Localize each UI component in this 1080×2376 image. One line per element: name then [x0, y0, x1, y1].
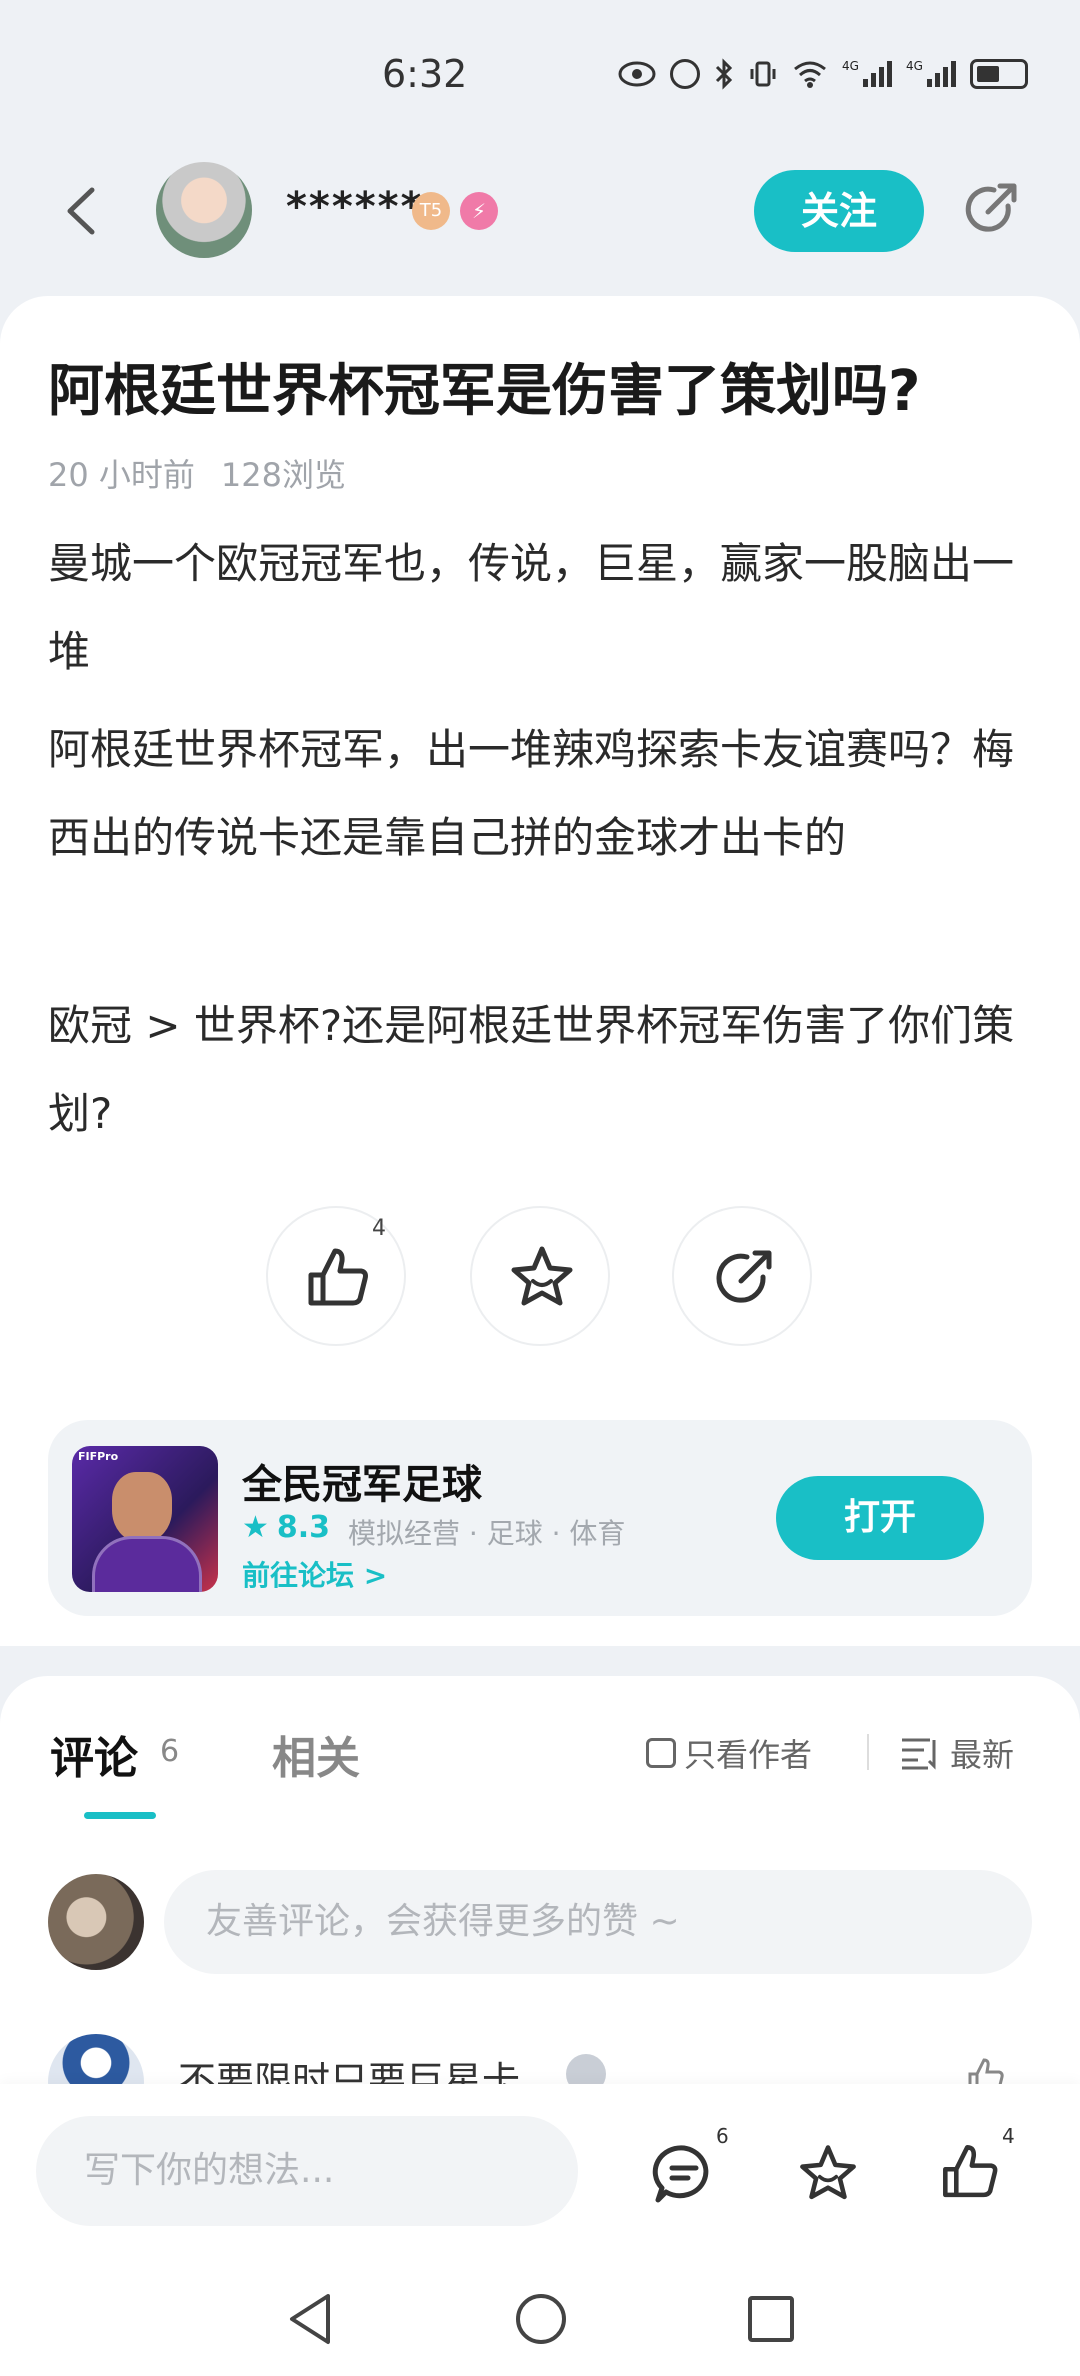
- status-bar: 6:32 4G 4G: [0, 0, 1080, 150]
- star-icon: ★: [242, 1510, 269, 1545]
- vibrate-icon: [750, 61, 776, 87]
- post-time: 20 小时前: [48, 456, 195, 494]
- game-icon[interactable]: FIFPro: [72, 1446, 218, 1592]
- status-icons: 4G 4G: [618, 58, 1028, 90]
- user-avatar: [48, 1874, 144, 1970]
- tab-related[interactable]: 相关: [272, 1722, 360, 1786]
- checkbox[interactable]: [646, 1738, 676, 1768]
- author-only-label: 只看作者: [684, 1736, 813, 1774]
- reply-input[interactable]: 写下你的想法...: [36, 2116, 578, 2226]
- post-views: 128浏览: [220, 456, 346, 494]
- sort-icon: [902, 1738, 936, 1770]
- bluetooth-icon: [715, 58, 733, 90]
- game-name[interactable]: 全民冠军足球: [242, 1452, 482, 1510]
- game-tags: 模拟经营 · 足球 · 体育: [348, 1517, 626, 1550]
- comment-count: 6: [716, 2124, 729, 2148]
- like-count: 4: [1002, 2124, 1015, 2148]
- eye-icon: [618, 61, 656, 87]
- comment-icon[interactable]: [652, 2142, 716, 2206]
- tab-comments[interactable]: 评论: [50, 1722, 138, 1786]
- recents-square-icon[interactable]: [746, 2294, 796, 2344]
- level-badge: T5: [412, 192, 450, 230]
- back-arrow-icon[interactable]: [60, 186, 100, 236]
- battery-icon: [969, 59, 1028, 89]
- signal-icon-2: [926, 61, 956, 87]
- star-icon: [511, 1246, 573, 1306]
- back-triangle-icon[interactable]: [286, 2292, 336, 2346]
- active-tab-indicator: [84, 1812, 156, 1819]
- comment-count: 6: [160, 1734, 180, 1769]
- alarm-icon: [670, 59, 700, 89]
- post-paragraph: 欧冠 > 世界杯?还是阿根廷世界杯冠军伤害了你们策划?: [48, 1001, 1015, 1138]
- lightning-badge-icon: ⚡: [460, 192, 498, 230]
- thumbs-up-icon: [308, 1248, 368, 1306]
- wifi-icon: [794, 61, 826, 88]
- game-icon-tag: FIFPro: [78, 1450, 119, 1463]
- network-type-2: 4G: [905, 59, 923, 73]
- share-icon: [716, 1250, 772, 1303]
- divider: [867, 1734, 869, 1770]
- sort-label: 最新: [950, 1736, 1015, 1774]
- clock: 6:32: [382, 52, 468, 96]
- home-circle-icon[interactable]: [514, 2292, 568, 2346]
- forum-link[interactable]: 前往论坛 >: [242, 1554, 387, 1594]
- author-name[interactable]: ******: [286, 184, 424, 230]
- author-avatar[interactable]: [156, 162, 252, 258]
- favorite-button[interactable]: [470, 1206, 610, 1346]
- comment-input[interactable]: 友善评论，会获得更多的赞 ~: [164, 1870, 1032, 1974]
- game-rating: ★ 8.3: [242, 1510, 331, 1545]
- author-only-filter[interactable]: 只看作者: [646, 1730, 812, 1776]
- follow-button[interactable]: 关注: [754, 170, 924, 252]
- like-count: 4: [372, 1216, 386, 1241]
- sort-filter[interactable]: 最新: [900, 1730, 1014, 1776]
- post-paragraph: 曼城一个欧冠冠军也，传说，巨星，赢家一股脑出一堆: [48, 539, 1015, 676]
- share-icon[interactable]: [958, 176, 1024, 242]
- network-type-1: 4G: [842, 59, 859, 73]
- share-button[interactable]: [672, 1206, 812, 1346]
- star-icon[interactable]: [796, 2142, 860, 2206]
- thumbs-up-icon[interactable]: [938, 2140, 1002, 2204]
- player-face: [112, 1472, 172, 1542]
- open-game-button[interactable]: 打开: [776, 1476, 984, 1560]
- post-meta: 20 小时前 128浏览: [48, 450, 346, 496]
- player-shirt: [92, 1536, 202, 1592]
- post-title: 阿根廷世界杯冠军是伤害了策划吗?: [48, 359, 921, 424]
- post-paragraph: 阿根廷世界杯冠军，出一堆辣鸡探索卡友谊赛吗？梅西出的传说卡还是靠自己拼的金球才出…: [48, 725, 1015, 862]
- signal-icon-1: [862, 61, 892, 87]
